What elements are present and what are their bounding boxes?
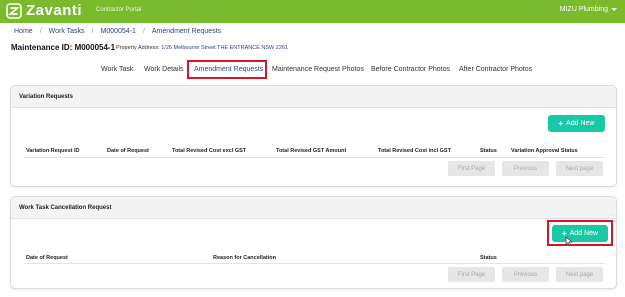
add-variation-button[interactable]: + Add New [548, 115, 605, 132]
breadcrumb-separator: / [39, 27, 42, 35]
property-address: Property Address: 1/26 Melbourne Street … [116, 45, 288, 51]
tab-work-task[interactable]: Work Task [101, 66, 133, 73]
previous-page-button[interactable]: Previous [502, 161, 549, 176]
tab-bar: Work Task Work Details Amendment Request… [0, 62, 625, 82]
column-header[interactable]: Status [480, 148, 497, 154]
maintenance-id: Maintenance ID: M000054-1 [11, 43, 116, 52]
brand-name: Zavanti [26, 2, 83, 19]
column-header[interactable]: Total Revised Cost incl GST [378, 148, 451, 154]
tab-maintenance-request-photos[interactable]: Maintenance Request Photos [272, 66, 364, 73]
chevron-down-icon [611, 8, 617, 11]
table-divider [24, 157, 605, 158]
table-divider [24, 263, 605, 264]
column-header[interactable]: Date of Request [107, 148, 149, 154]
next-page-button[interactable]: Next page [556, 161, 603, 176]
address-label: Property Address: [116, 45, 160, 51]
column-header[interactable]: Total Revised Cost excl GST [172, 148, 246, 154]
first-page-button[interactable]: First Page [448, 161, 495, 176]
column-header[interactable]: Variation Request ID [26, 148, 80, 154]
top-bar: Zavanti Contractor Portal MIZU Plumbing [0, 0, 625, 23]
logo[interactable]: Zavanti [6, 3, 82, 19]
breadcrumb-home[interactable]: Home [14, 28, 33, 35]
tab-work-details[interactable]: Work Details [144, 66, 184, 73]
zavanti-logo-icon [6, 3, 22, 19]
breadcrumb-current: Amendment Requests [151, 27, 222, 35]
breadcrumb-work-tasks[interactable]: Work Tasks [49, 28, 85, 35]
breadcrumb-separator: / [91, 27, 94, 35]
tab-highlight-box [187, 60, 267, 79]
add-cancellation-button[interactable]: + Add New [552, 225, 608, 242]
tab-before-contractor-photos[interactable]: Before Contractor Photos [371, 66, 450, 73]
add-variation-label: Add New [566, 120, 595, 127]
column-header[interactable]: Date of Request [26, 255, 68, 261]
variation-requests-title: Variation Requests [11, 86, 616, 108]
address-value: 1/26 Melbourne Street THE ENTRANCE NSW 2… [161, 45, 289, 51]
breadcrumb: Home / Work Tasks / M000054-1 / Amendmen… [14, 26, 221, 36]
breadcrumb-task-id[interactable]: M000054-1 [101, 28, 136, 35]
plus-icon: + [558, 119, 564, 128]
portal-label: Contractor Portal [96, 7, 142, 13]
previous-page-button[interactable]: Previous [502, 267, 549, 282]
column-header[interactable]: Reason for Cancellation [213, 255, 276, 261]
next-page-button[interactable]: Next page [556, 267, 603, 282]
breadcrumb-separator: / [142, 27, 145, 35]
column-header[interactable]: Variation Approval Status [511, 148, 578, 154]
tab-after-contractor-photos[interactable]: After Contractor Photos [459, 66, 532, 73]
company-name: MIZU Plumbing [559, 6, 608, 13]
column-header[interactable]: Status [480, 255, 497, 261]
cancellation-request-title: Work Task Cancellation Request [11, 197, 616, 219]
mouse-pointer-icon [565, 236, 573, 246]
company-menu[interactable]: MIZU Plumbing [560, 6, 617, 13]
column-header[interactable]: Total Revised GST Amount [276, 148, 346, 154]
first-page-button[interactable]: First Page [448, 267, 495, 282]
